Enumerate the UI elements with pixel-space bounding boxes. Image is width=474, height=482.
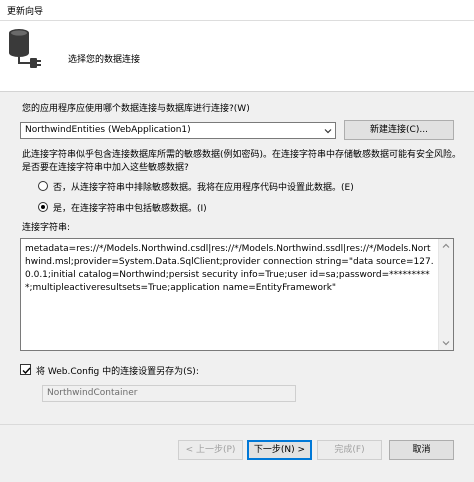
exclude-sensitive-label: 否，从连接字符串中排除敏感数据。我将在应用程序代码中设置此数据。(E) (53, 183, 354, 193)
connection-string-scrollbar[interactable] (438, 239, 453, 350)
update-wizard-window: 更新向导 选择您的数据连接 您的应用程序应使用哪个数据连接与数据库进行连接?(W… (0, 0, 474, 482)
cancel-button[interactable]: 取消 (389, 440, 454, 460)
connection-question-label: 您的应用程序应使用哪个数据连接与数据库进行连接?(W) (22, 104, 250, 114)
window-title: 更新向导 (7, 7, 44, 17)
save-config-checkbox[interactable] (20, 364, 31, 375)
connection-name-value: NorthwindContainer (47, 388, 138, 398)
page-heading: 选择您的数据连接 (68, 55, 141, 65)
footer-divider (0, 424, 474, 425)
next-button[interactable]: 下一步(N) > (247, 440, 312, 460)
scroll-down-icon[interactable] (441, 338, 451, 348)
wizard-header: 选择您的数据连接 (0, 21, 474, 92)
back-button[interactable]: < 上一步(P) (178, 440, 243, 460)
exclude-sensitive-radio[interactable] (38, 181, 48, 191)
title-bar: 更新向导 (0, 0, 474, 21)
scroll-up-icon[interactable] (441, 241, 451, 251)
connection-dropdown-value: NorthwindEntities (WebApplication1) (25, 125, 191, 135)
save-config-label: 将 Web.Config 中的连接设置另存为(S): (36, 367, 199, 377)
include-sensitive-label: 是，在连接字符串中包括敏感数据。(I) (53, 204, 207, 214)
include-sensitive-radio[interactable] (38, 202, 48, 212)
finish-button[interactable]: 完成(F) (317, 440, 382, 460)
connection-dropdown[interactable]: NorthwindEntities (WebApplication1) (20, 122, 336, 139)
chevron-down-icon (324, 129, 332, 134)
sensitive-data-warning: 此连接字符串似乎包含连接数据库所需的敏感数据(例如密码)。在连接字符串中存储敏感… (22, 150, 462, 173)
connection-string-label: 连接字符串: (22, 223, 71, 233)
new-connection-button[interactable]: 新建连接(C)... (344, 120, 454, 140)
database-connection-icon (9, 29, 41, 68)
connection-string-text: metadata=res://*/Models.Northwind.csdl|r… (25, 244, 434, 293)
connection-string-textbox[interactable]: metadata=res://*/Models.Northwind.csdl|r… (20, 238, 454, 351)
checkmark-icon (22, 367, 31, 375)
connection-name-field[interactable]: NorthwindContainer (42, 385, 296, 402)
